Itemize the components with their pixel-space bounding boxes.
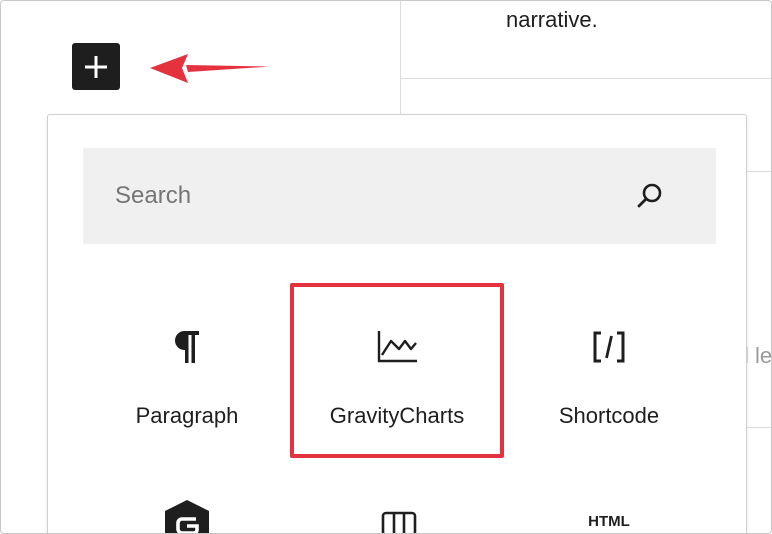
block-gravity-forms[interactable] [81, 496, 293, 533]
block-shortcode[interactable]: Shortcode [503, 287, 715, 457]
paragraph-icon [174, 331, 199, 363]
divider [400, 78, 771, 79]
pointer-arrow-icon [150, 54, 270, 83]
shortcode-icon [593, 331, 625, 363]
search-input[interactable] [115, 148, 635, 244]
block-paragraph[interactable]: Paragraph [81, 287, 293, 457]
editor-frame: narrative. l le Paragraph [0, 0, 772, 534]
search-box [83, 148, 716, 244]
block-html[interactable]: HTML [503, 496, 715, 533]
gravity-forms-icon [165, 500, 209, 533]
html-icon: HTML [588, 512, 630, 530]
plus-icon [85, 55, 107, 78]
search-icon [637, 183, 662, 208]
block-inserter-panel: Paragraph GravityCharts Shortcode [47, 114, 747, 533]
block-label: Paragraph [135, 403, 239, 428]
highlight-box [290, 283, 504, 458]
block-columns[interactable] [293, 496, 505, 533]
columns-icon [381, 511, 417, 533]
paragraph-fragment: narrative. [506, 7, 598, 32]
add-block-button[interactable] [72, 43, 120, 90]
cut-text: l le [744, 343, 772, 368]
block-label: Shortcode [558, 403, 660, 428]
